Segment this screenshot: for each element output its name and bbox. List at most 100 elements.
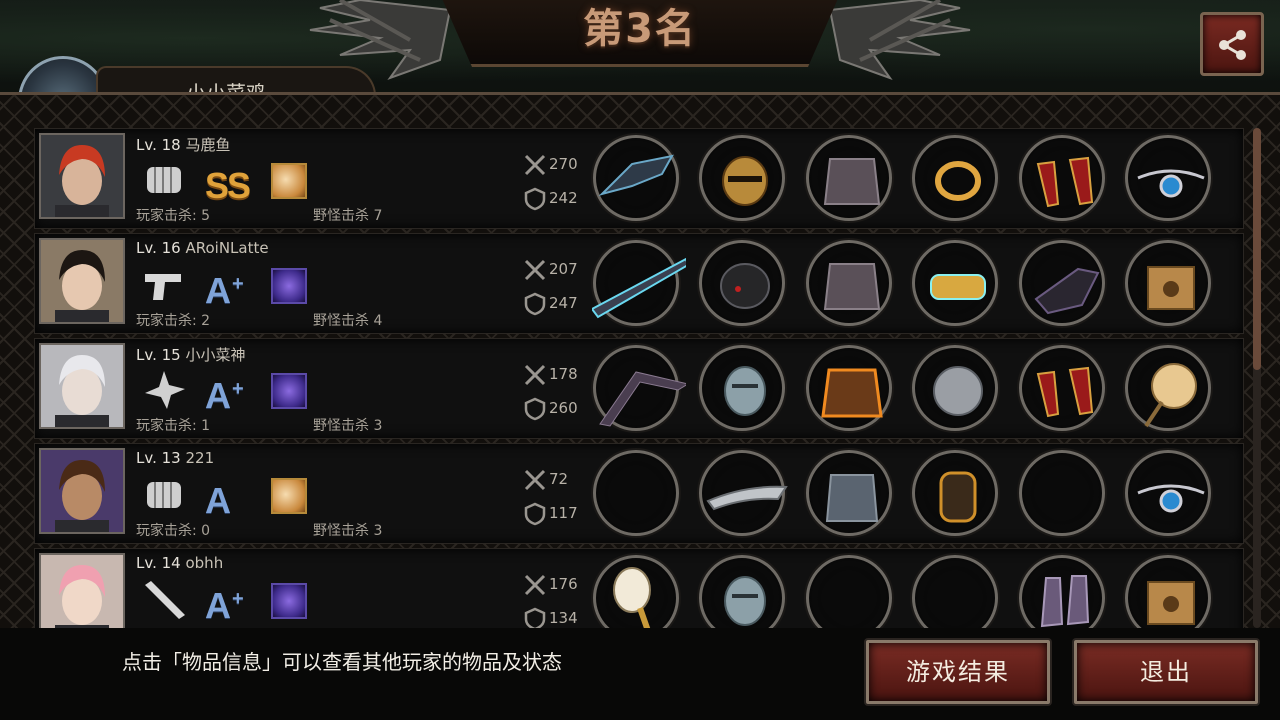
game-result-button[interactable]: 游戏结果 <box>866 640 1050 704</box>
boomerang-icon <box>599 371 686 427</box>
share-icon <box>1219 30 1246 60</box>
scrollbar-thumb[interactable] <box>1253 128 1261 370</box>
purple-skill-icon[interactable] <box>271 583 307 619</box>
equipment-slot[interactable] <box>592 240 686 326</box>
equipment-slot[interactable] <box>912 450 998 536</box>
player-name: obhh <box>185 554 224 572</box>
monster-kills: 野怪击杀 4 <box>313 313 383 329</box>
player-kills: 玩家击杀: 1 <box>136 418 211 434</box>
gold-skill-icon[interactable] <box>271 163 307 199</box>
player-row[interactable]: Lv. 16 ARoiNLatte A+ 玩家击杀: 2 野怪击杀 4 207 247 <box>34 233 1244 334</box>
equipment-slot[interactable] <box>1019 345 1105 431</box>
empty-slot <box>1018 449 1112 543</box>
player-level: Lv. 13 <box>136 449 181 467</box>
silver-disc-icon <box>933 366 983 416</box>
attack-swords-icon <box>524 154 546 176</box>
equipment-slot[interactable] <box>699 345 785 431</box>
fist-icon <box>147 482 181 508</box>
purple-skill-icon[interactable] <box>271 268 307 304</box>
exit-button[interactable]: 退出 <box>1074 640 1258 704</box>
player-avatar[interactable] <box>39 343 125 429</box>
plate-armor-icon <box>823 158 881 205</box>
rank-badge: A+ <box>205 262 244 313</box>
monster-kills: 野怪击杀 3 <box>313 418 383 434</box>
blue-gem-necklace-icon <box>1137 169 1205 198</box>
avatar-icon <box>41 240 123 322</box>
equipment-slot[interactable] <box>1125 240 1211 326</box>
dark-gauntlet-icon <box>1034 267 1100 315</box>
purple-skill-icon[interactable] <box>271 373 307 409</box>
attack-value: 207 <box>549 260 578 278</box>
player-avatar[interactable] <box>39 448 125 534</box>
player-name: 小小菜神 <box>185 346 246 364</box>
equipment-slot[interactable] <box>912 345 998 431</box>
equipment-slot[interactable] <box>806 450 892 536</box>
equipment-slot[interactable] <box>806 345 892 431</box>
attack-value: 270 <box>549 155 578 173</box>
defense-value: 247 <box>549 294 578 312</box>
equipment-slot[interactable] <box>699 240 785 326</box>
player-kills: 玩家击杀: 5 <box>136 208 211 224</box>
player-name: 221 <box>185 449 215 467</box>
rank-grade: A <box>205 480 231 521</box>
defense-value: 134 <box>549 609 578 627</box>
attack-swords-icon <box>524 259 546 281</box>
player-row[interactable]: Lv. 18 马鹿鱼 SS 玩家击杀: 5 野怪击杀 7 270 242 <box>34 128 1244 229</box>
equipment-slot[interactable] <box>593 345 686 431</box>
equipment-slot[interactable] <box>593 135 679 221</box>
rank-grade: A <box>205 270 231 311</box>
equipment-slot[interactable] <box>1125 450 1211 536</box>
defense-shield-icon <box>524 502 546 526</box>
share-button[interactable] <box>1200 12 1264 76</box>
shuriken-icon <box>145 371 185 409</box>
player-row[interactable]: Lv. 13 221 A 玩家击杀: 0 野怪击杀 3 72 117 <box>34 443 1244 544</box>
plate-armor-icon <box>823 263 881 310</box>
player-level-name: Lv. 15 小小菜神 <box>136 344 246 365</box>
rank-plus: + <box>232 588 244 610</box>
avatar-icon <box>41 345 123 427</box>
equipment-slot[interactable] <box>699 450 788 536</box>
equipment-slot[interactable] <box>1019 240 1105 326</box>
monster-kills: 野怪击杀 7 <box>313 208 383 224</box>
equipment-slot[interactable] <box>593 450 679 536</box>
player-kills: 玩家击杀: 0 <box>136 523 211 539</box>
player-avatar[interactable] <box>39 238 125 324</box>
player-level-name: Lv. 14 obhh <box>136 554 223 572</box>
gold-helmet-icon <box>722 156 768 206</box>
player-level: Lv. 18 <box>136 136 181 154</box>
rank-badge: SS <box>205 157 251 208</box>
player-name: ARoiNLatte <box>185 239 269 257</box>
right-wing-ornament-icon <box>830 0 971 81</box>
player-level-name: Lv. 16 ARoiNLatte <box>136 239 269 257</box>
defense-value: 242 <box>549 189 578 207</box>
attack-value: 178 <box>549 365 578 383</box>
bat-icon <box>145 581 185 619</box>
equipment-slot[interactable] <box>1019 135 1105 221</box>
player-avatar[interactable] <box>39 133 125 219</box>
rank-badge: A <box>205 472 232 523</box>
chainmail-icon <box>825 474 879 522</box>
flame-armor-icon <box>821 368 883 418</box>
player-avatar[interactable] <box>39 553 125 639</box>
equipment-slot[interactable] <box>699 135 785 221</box>
player-row[interactable]: Lv. 15 小小菜神 A+ 玩家击杀: 1 野怪击杀 3 178 260 <box>34 338 1244 439</box>
rank-badge: A+ <box>205 577 244 628</box>
equipment-slot[interactable] <box>912 240 998 326</box>
equipment-slot[interactable] <box>806 135 892 221</box>
equipment-slot[interactable] <box>1125 345 1211 431</box>
rank-plus: + <box>232 378 244 400</box>
equipment-slot[interactable] <box>912 135 998 221</box>
dark-claw-weapon-icon <box>598 154 674 196</box>
attack-value: 72 <box>549 470 569 488</box>
equipment-slot[interactable] <box>1019 450 1105 536</box>
silver-tiara-icon <box>706 485 788 511</box>
empty-slot <box>592 449 686 543</box>
equipment-slot[interactable] <box>1125 135 1211 221</box>
monster-kills: 野怪击杀 3 <box>313 523 383 539</box>
gold-skill-icon[interactable] <box>271 478 307 514</box>
player-level: Lv. 15 <box>136 346 181 364</box>
equipment-slot[interactable] <box>806 240 892 326</box>
laser-rifle-icon <box>592 257 686 319</box>
player-name: 马鹿鱼 <box>185 136 231 154</box>
attack-value: 176 <box>549 575 578 593</box>
